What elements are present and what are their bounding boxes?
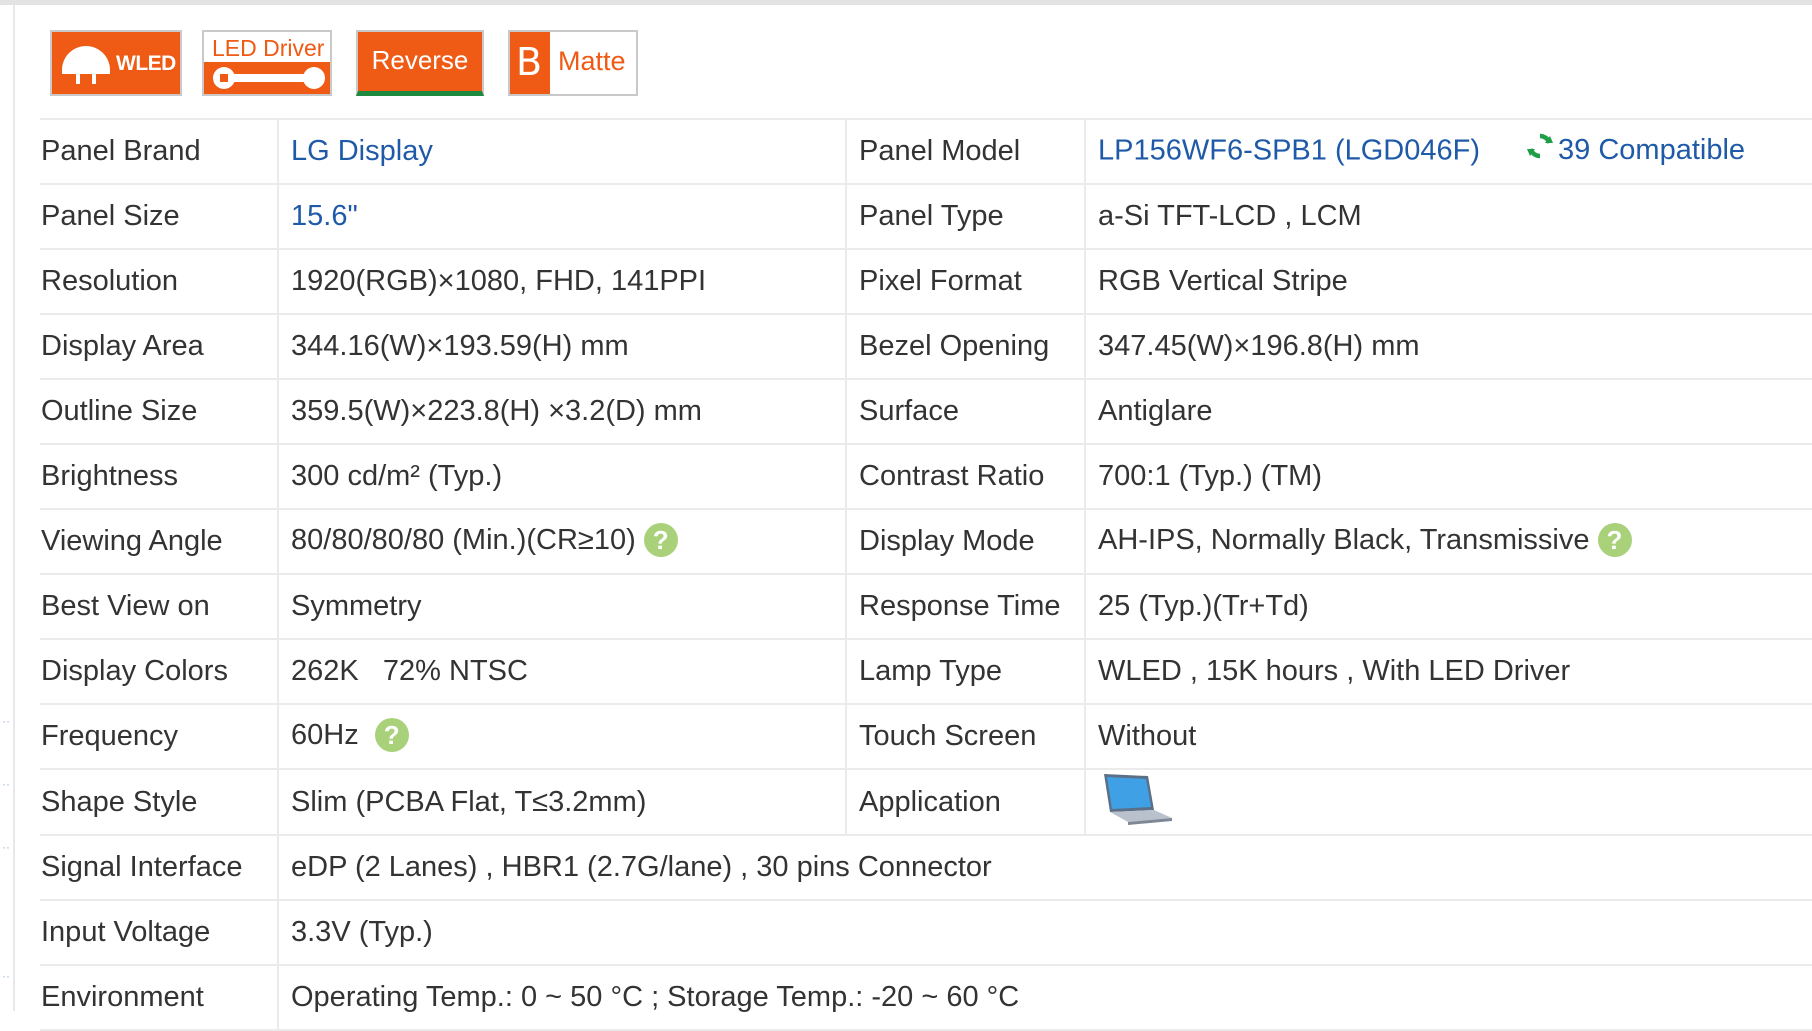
table-row: Input Voltage 3.3V (Typ.) bbox=[40, 900, 1812, 966]
gutter-marker: ·· bbox=[2, 777, 10, 791]
led-driver-badge: LED Driver bbox=[202, 30, 332, 96]
table-row: Best View on Symmetry Response Time 25 (… bbox=[40, 574, 1812, 640]
spec-label: Display Area bbox=[40, 314, 279, 380]
spec-label: Response Time bbox=[846, 574, 1086, 640]
spec-value: 359.5(W)×223.8(H) ×3.2(D) mm bbox=[278, 379, 847, 445]
led-driver-label: LED Driver bbox=[212, 35, 325, 61]
wled-badge: WLED bbox=[50, 30, 182, 96]
spec-label: Pixel Format bbox=[846, 249, 1086, 315]
table-row: Panel Size 15.6" Panel Type a-Si TFT-LCD… bbox=[40, 184, 1812, 250]
spec-label: Bezel Opening bbox=[846, 314, 1086, 380]
top-border bbox=[0, 0, 1812, 5]
table-row: Shape Style Slim (PCBA Flat, T≤3.2mm) Ap… bbox=[40, 769, 1812, 836]
connector-icon bbox=[213, 67, 325, 89]
table-row: Panel Brand LG Display Panel Model LP156… bbox=[40, 120, 1812, 185]
spec-label: Touch Screen bbox=[846, 704, 1086, 770]
refresh-sync-icon[interactable] bbox=[1526, 132, 1554, 168]
spec-value: Slim (PCBA Flat, T≤3.2mm) bbox=[278, 769, 847, 836]
spec-label: Outline Size bbox=[40, 379, 279, 445]
table-row: Signal Interface eDP (2 Lanes) , HBR1 (2… bbox=[40, 835, 1812, 901]
spec-label: Panel Type bbox=[846, 184, 1086, 250]
spec-label: Resolution bbox=[40, 249, 279, 315]
matte-badge-mark: B bbox=[510, 32, 550, 94]
spec-table: Panel Brand LG Display Panel Model LP156… bbox=[40, 120, 1812, 1031]
gutter-marker: ·· bbox=[2, 840, 10, 854]
spec-label: Contrast Ratio bbox=[846, 444, 1086, 510]
question-mark-circle-icon[interactable]: ? bbox=[643, 522, 678, 557]
spec-label: Panel Model bbox=[846, 120, 1086, 185]
panel-size-link[interactable]: 15.6" bbox=[291, 200, 358, 232]
table-row: Display Area 344.16(W)×193.59(H) mm Beze… bbox=[40, 314, 1812, 380]
spec-value: 25 (Typ.)(Tr+Td) bbox=[1085, 574, 1812, 640]
spec-label: Display Colors bbox=[40, 639, 279, 705]
spec-value: 60Hz? bbox=[278, 704, 847, 770]
panel-model-link[interactable]: LP156WF6-SPB1 (LGD046F) bbox=[1098, 134, 1480, 166]
spec-label: Input Voltage bbox=[40, 900, 279, 966]
spec-value: RGB Vertical Stripe bbox=[1085, 249, 1812, 315]
bulb-icon bbox=[62, 46, 110, 84]
spec-label: Panel Size bbox=[40, 184, 279, 250]
spec-value: 700:1 (Typ.) (TM) bbox=[1085, 444, 1812, 510]
table-row: Resolution 1920(RGB)×1080, FHD, 141PPI P… bbox=[40, 249, 1812, 315]
spec-value: 344.16(W)×193.59(H) mm bbox=[278, 314, 847, 380]
compatible-count-link[interactable]: 39 Compatible bbox=[1558, 134, 1745, 166]
spec-label: Environment bbox=[40, 965, 279, 1031]
left-border bbox=[13, 5, 15, 1011]
viewing-angle-text: 80/80/80/80 (Min.)(CR≥10) bbox=[291, 524, 636, 557]
spec-value: Operating Temp.: 0 ~ 50 °C ; Storage Tem… bbox=[278, 965, 1812, 1031]
laptop-icon[interactable] bbox=[1098, 770, 1174, 833]
spec-label: Viewing Angle bbox=[40, 509, 279, 575]
wled-label: WLED bbox=[116, 52, 176, 75]
gutter-marker: ·· bbox=[2, 714, 10, 728]
spec-value: WLED , 15K hours , With LED Driver bbox=[1085, 639, 1812, 705]
matte-badge: B Matte bbox=[508, 30, 638, 96]
spec-value: eDP (2 Lanes) , HBR1 (2.7G/lane) , 30 pi… bbox=[278, 835, 1812, 901]
spec-label: Panel Brand bbox=[40, 120, 279, 185]
spec-value: LG Display bbox=[278, 120, 847, 185]
spec-value: 3.3V (Typ.) bbox=[278, 900, 1812, 966]
spec-label: Surface bbox=[846, 379, 1086, 445]
table-row: Frequency 60Hz? Touch Screen Without bbox=[40, 704, 1812, 770]
spec-label: Lamp Type bbox=[846, 639, 1086, 705]
spec-value: 300 cd/m² (Typ.) bbox=[278, 444, 847, 510]
question-mark-circle-icon[interactable]: ? bbox=[1597, 522, 1632, 557]
spec-value: Symmetry bbox=[278, 574, 847, 640]
spec-label: Brightness bbox=[40, 444, 279, 510]
spec-value: 15.6" bbox=[278, 184, 847, 250]
spec-value: a-Si TFT-LCD , LCM bbox=[1085, 184, 1812, 250]
spec-value: 262K 72% NTSC bbox=[278, 639, 847, 705]
spec-label: Application bbox=[846, 769, 1086, 836]
frequency-text: 60Hz bbox=[291, 719, 359, 752]
spec-label: Signal Interface bbox=[40, 835, 279, 901]
spec-value: Without bbox=[1085, 704, 1812, 770]
led-driver-bar bbox=[204, 62, 330, 94]
spec-value: Antiglare bbox=[1085, 379, 1812, 445]
gutter-marker: ·· bbox=[2, 969, 10, 983]
spec-value: LP156WF6-SPB1 (LGD046F) 39 Compatible bbox=[1085, 120, 1812, 185]
question-mark-circle-icon[interactable]: ? bbox=[374, 717, 409, 752]
spec-value bbox=[1085, 769, 1812, 836]
spec-label: Shape Style bbox=[40, 769, 279, 836]
table-row: Environment Operating Temp.: 0 ~ 50 °C ;… bbox=[40, 965, 1812, 1031]
spec-value: 1920(RGB)×1080, FHD, 141PPI bbox=[278, 249, 847, 315]
table-row: Brightness 300 cd/m² (Typ.) Contrast Rat… bbox=[40, 444, 1812, 510]
matte-badge-letter: B bbox=[516, 40, 543, 84]
spec-value: 347.45(W)×196.8(H) mm bbox=[1085, 314, 1812, 380]
spec-label: Best View on bbox=[40, 574, 279, 640]
display-mode-text: AH-IPS, Normally Black, Transmissive bbox=[1098, 524, 1590, 557]
spec-value: 80/80/80/80 (Min.)(CR≥10)? bbox=[278, 509, 847, 575]
table-row: Display Colors 262K 72% NTSC Lamp Type W… bbox=[40, 639, 1812, 705]
spec-label: Display Mode bbox=[846, 509, 1086, 575]
reverse-label: Reverse bbox=[371, 45, 469, 75]
table-row: Outline Size 359.5(W)×223.8(H) ×3.2(D) m… bbox=[40, 379, 1812, 445]
matte-label: Matte bbox=[558, 46, 626, 76]
spec-value: AH-IPS, Normally Black, Transmissive? bbox=[1085, 509, 1812, 575]
table-row: Viewing Angle 80/80/80/80 (Min.)(CR≥10)?… bbox=[40, 509, 1812, 575]
spec-label: Frequency bbox=[40, 704, 279, 770]
reverse-badge: Reverse bbox=[356, 30, 484, 96]
panel-brand-link[interactable]: LG Display bbox=[291, 135, 433, 167]
